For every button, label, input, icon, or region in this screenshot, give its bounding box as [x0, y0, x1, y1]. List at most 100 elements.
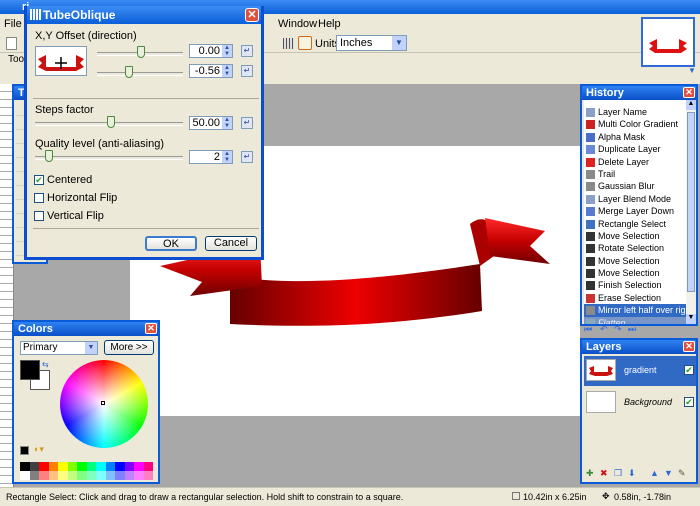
y-offset-slider[interactable] — [97, 72, 183, 76]
x-offset-slider-thumb[interactable] — [137, 46, 145, 58]
palette-swatch[interactable] — [20, 471, 30, 480]
palette-swatch[interactable] — [67, 462, 77, 471]
palette-swatch[interactable] — [77, 471, 87, 480]
units-select[interactable]: Inches ▼ — [336, 35, 407, 51]
palette-swatch[interactable] — [105, 462, 115, 471]
spin-arrows-icon[interactable]: ▲ ▼ — [222, 117, 232, 129]
history-item[interactable]: Move Selection — [584, 255, 688, 267]
scroll-thumb[interactable] — [687, 112, 695, 292]
history-item[interactable]: Rectangle Select — [584, 218, 688, 230]
history-item[interactable]: Move Selection — [584, 267, 688, 279]
y-offset-slider-thumb[interactable] — [125, 66, 133, 78]
palette-swatch[interactable] — [48, 471, 58, 480]
menu-help[interactable]: Help — [318, 18, 341, 30]
palette-swatch[interactable] — [67, 471, 77, 480]
history-item[interactable]: Merge Layer Down — [584, 205, 688, 217]
history-item[interactable]: Erase Selection — [584, 292, 688, 304]
close-icon[interactable]: ✕ — [683, 87, 695, 98]
history-item[interactable]: Finish Selection — [584, 279, 688, 291]
close-icon[interactable]: ✕ — [245, 8, 259, 22]
y-offset-input[interactable]: -0.56 ▲ ▼ — [189, 64, 233, 78]
redo-icon[interactable]: ↷ — [614, 324, 622, 335]
swap-colors-icon[interactable]: ⇆ — [42, 360, 49, 369]
centered-checkbox[interactable]: ✔ — [34, 175, 44, 185]
steps-slider-thumb[interactable] — [107, 116, 115, 128]
ok-button[interactable]: OK — [145, 236, 197, 251]
offset-preview[interactable] — [35, 46, 87, 76]
close-icon[interactable]: ✕ — [145, 323, 157, 334]
palette-menu-icon[interactable]: ◐▾ — [34, 444, 44, 455]
palette-swatch[interactable] — [134, 471, 144, 480]
close-icon[interactable]: ✕ — [683, 341, 695, 352]
palette-swatch[interactable] — [143, 462, 153, 471]
history-item[interactable]: Rotate Selection — [584, 242, 688, 254]
cancel-button[interactable]: Cancel — [205, 236, 257, 251]
move-down-icon[interactable]: ▼ — [664, 468, 673, 478]
scroll-up-icon[interactable]: ▲ — [686, 100, 696, 110]
history-item[interactable]: Mirror left half over right ... — [584, 304, 688, 317]
palette-swatch[interactable] — [58, 471, 68, 480]
steps-input[interactable]: 50.00 ▲ ▼ — [189, 116, 233, 130]
x-offset-input[interactable]: 0.00 ▲ ▼ — [189, 44, 233, 58]
quality-reset-icon[interactable]: ↵ — [241, 151, 253, 163]
quality-slider-thumb[interactable] — [45, 150, 53, 162]
steps-reset-icon[interactable]: ↵ — [241, 117, 253, 129]
new-file-icon[interactable] — [6, 37, 17, 50]
history-item[interactable]: Duplicate Layer — [584, 143, 688, 155]
color-wheel[interactable] — [60, 360, 148, 448]
palette-swatch[interactable] — [105, 471, 115, 480]
image-tab-thumbnail[interactable] — [641, 17, 695, 67]
history-item[interactable]: Gaussian Blur — [584, 180, 688, 192]
palette-swatch[interactable] — [58, 462, 68, 471]
palette-swatch[interactable] — [124, 462, 134, 471]
palette-swatch[interactable] — [86, 471, 96, 480]
history-scrollbar[interactable]: ▲ ▼ — [686, 100, 696, 324]
rulers-icon[interactable] — [298, 36, 312, 50]
x-reset-icon[interactable]: ↵ — [241, 45, 253, 57]
spin-arrows-icon[interactable]: ▲ ▼ — [222, 45, 232, 57]
spin-arrows-icon[interactable]: ▲ ▼ — [222, 151, 232, 163]
palette-swatch[interactable] — [86, 462, 96, 471]
history-item[interactable]: Move Selection — [584, 230, 688, 242]
history-item[interactable]: Layer Blend Mode — [584, 193, 688, 205]
add-layer-icon[interactable]: ✚ — [586, 468, 594, 479]
quality-input[interactable]: 2 ▲ ▼ — [189, 150, 233, 164]
palette-swatch[interactable] — [29, 462, 39, 471]
duplicate-layer-icon[interactable]: ❐ — [614, 468, 622, 479]
layer-row-gradient[interactable]: gradient ✔ — [584, 356, 696, 386]
primary-color-swatch[interactable] — [20, 360, 40, 380]
layer-visibility-checkbox[interactable]: ✔ — [684, 365, 694, 375]
y-reset-icon[interactable]: ↵ — [241, 65, 253, 77]
more-colors-button[interactable]: More >> — [104, 340, 154, 355]
layer-properties-icon[interactable]: ✎ — [678, 468, 686, 479]
quality-slider[interactable] — [35, 156, 183, 160]
history-item[interactable]: Multi Color Gradient — [584, 118, 688, 130]
history-item[interactable]: Delete Layer — [584, 156, 688, 168]
history-item[interactable]: Alpha Mask — [584, 131, 688, 143]
color-picker-marker[interactable] — [101, 401, 105, 405]
scroll-down-icon[interactable]: ▼ — [686, 314, 696, 324]
palette-swatch[interactable] — [115, 471, 125, 480]
palette-swatch[interactable] — [143, 471, 153, 480]
history-item[interactable]: Layer Name — [584, 106, 688, 118]
palette-swatch[interactable] — [77, 462, 87, 471]
palette-swatch[interactable] — [96, 462, 106, 471]
color-mode-select[interactable]: Primary ▼ — [20, 341, 98, 355]
spin-arrows-icon[interactable]: ▲ ▼ — [222, 65, 232, 77]
default-colors-icon[interactable] — [20, 446, 29, 455]
palette-swatch[interactable] — [96, 471, 106, 480]
palette-swatch[interactable] — [20, 462, 30, 471]
palette-swatch[interactable] — [124, 471, 134, 480]
color-palette[interactable] — [20, 462, 154, 480]
palette-swatch[interactable] — [115, 462, 125, 471]
delete-layer-icon[interactable]: ✖ — [600, 468, 608, 479]
layer-visibility-checkbox[interactable]: ✔ — [684, 397, 694, 407]
move-up-icon[interactable]: ▲ — [650, 468, 659, 478]
grid-icon[interactable] — [283, 38, 294, 49]
thumbnail-scroll-arrow[interactable]: ▼ — [688, 66, 698, 76]
menu-window[interactable]: Window — [278, 18, 317, 30]
palette-swatch[interactable] — [48, 462, 58, 471]
layer-row-background[interactable]: Background ✔ — [584, 388, 696, 418]
hflip-checkbox[interactable] — [34, 193, 44, 203]
history-item[interactable]: Trail — [584, 168, 688, 180]
